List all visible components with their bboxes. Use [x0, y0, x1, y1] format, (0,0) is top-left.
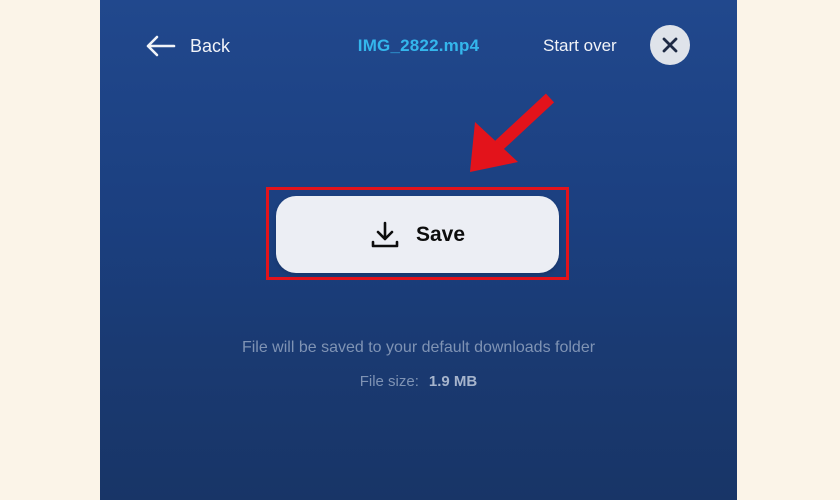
file-size-label: File size: — [359, 373, 419, 390]
save-location-note: File will be saved to your default downl… — [241, 339, 596, 356]
file-size-value: 1.9 MB — [428, 373, 478, 390]
close-icon — [662, 37, 678, 53]
save-label: Save — [415, 222, 466, 246]
arrow-left-icon — [146, 35, 176, 57]
download-icon — [371, 221, 399, 247]
start-over-button[interactable]: Start over — [543, 36, 617, 56]
page: Back IMG_2822.mp4 Start over Save File w… — [0, 0, 840, 500]
back-label: Back — [190, 35, 231, 56]
back-button[interactable]: Back — [144, 30, 230, 62]
close-button[interactable] — [650, 25, 690, 65]
file-size-row: File size: 1.9 MB — [100, 373, 737, 390]
app-panel: Back IMG_2822.mp4 Start over Save File w… — [100, 0, 737, 500]
red-arrow-pointer-icon — [470, 93, 555, 172]
save-button[interactable]: Save — [276, 196, 559, 273]
